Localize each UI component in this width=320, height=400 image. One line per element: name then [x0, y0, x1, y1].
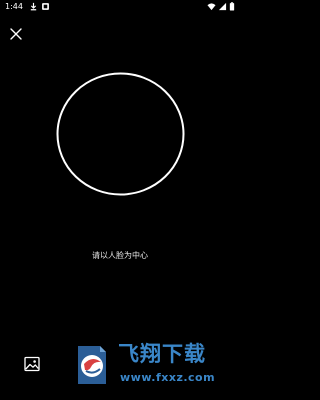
signal-icon — [218, 2, 227, 11]
image-gallery-icon — [24, 356, 40, 372]
battery-icon — [229, 2, 235, 11]
watermark-logo-icon — [78, 346, 106, 384]
gallery-button[interactable] — [22, 354, 42, 374]
watermark: 飞翔下载 www.fxxz.com — [70, 336, 230, 396]
face-hint-text: 请以人脸为中心 — [92, 251, 148, 260]
status-time: 1:44 — [5, 2, 23, 11]
wifi-icon — [207, 3, 216, 11]
close-button[interactable] — [8, 26, 24, 42]
close-icon — [10, 28, 22, 40]
face-frame — [56, 72, 185, 196]
notification-icon — [42, 3, 49, 10]
watermark-title: 飞翔下载 — [118, 342, 206, 366]
watermark-url: www.fxxz.com — [120, 371, 216, 384]
status-bar: 1:44 — [0, 0, 240, 14]
download-icon — [30, 2, 37, 11]
